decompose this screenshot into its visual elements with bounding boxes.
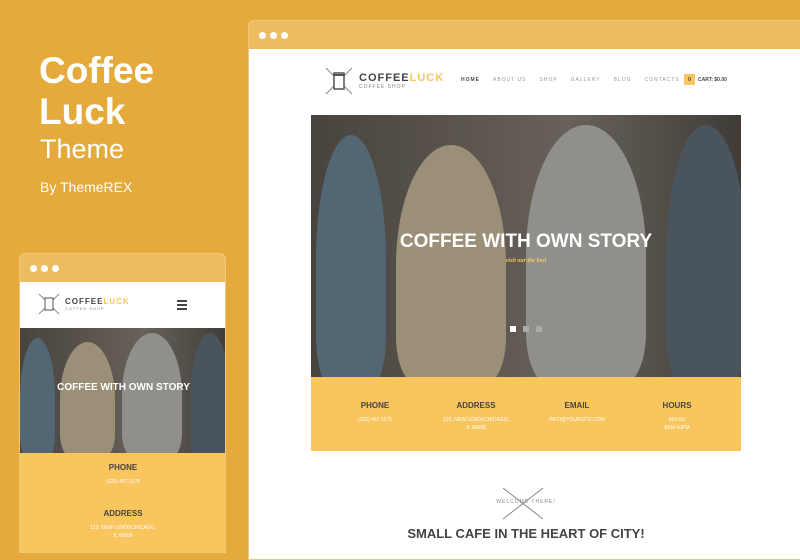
promo-subtitle: Theme <box>40 134 125 164</box>
info-phone: PHONE (323) 467-1175 <box>358 401 392 423</box>
site-logo[interactable]: COFFEELUCK COFFEE SHOP <box>324 66 444 96</box>
mobile-preview-window: COFFEELUCK COFFEE SHOP COFFEE WITH OWN ST… <box>19 253 226 553</box>
hero-subtitle: visit our the best <box>505 258 547 264</box>
cart-count: 0 <box>684 74 695 85</box>
info-email[interactable]: EMAIL INFO@YOURSITE.COM <box>522 401 632 424</box>
promo-title: Coffee Luck <box>39 50 155 132</box>
nav-shop[interactable]: SHOP <box>539 77 557 83</box>
nav-gallery[interactable]: GALLERY <box>571 77 601 83</box>
nav-home[interactable]: HOME <box>461 77 480 83</box>
desktop-preview-window: COFFEELUCK COFFEE SHOP HOME ABOUT US SHOP… <box>248 20 800 560</box>
nav-contacts[interactable]: CONTACTS <box>645 77 680 83</box>
slider-dot[interactable] <box>536 326 542 332</box>
hamburger-menu-icon[interactable] <box>177 300 187 310</box>
window-bar <box>249 21 800 49</box>
info-strip: PHONE (323) 467-1175 ADDRESS 123, NEW LENO… <box>20 453 225 552</box>
section-title: SMALL CAFE IN THE HEART OF CITY! <box>407 526 645 541</box>
info-strip: PHONE (323) 467-1175 ADDRESS 123, NEW LENO… <box>311 377 741 451</box>
slider-dot[interactable] <box>510 326 516 332</box>
coffee-cup-icon <box>38 293 60 315</box>
slider-dot[interactable] <box>523 326 529 332</box>
cart-button[interactable]: 0 CART: $0.00 <box>684 74 727 85</box>
hero-title: COFFEE WITH OWN STORY <box>57 382 190 393</box>
hero-slider[interactable]: COFFEE WITH OWN STORY <box>20 328 225 453</box>
slider-dots <box>510 326 542 332</box>
main-nav: HOME ABOUT US SHOP GALLERY BLOG CONTACTS <box>461 77 680 83</box>
info-address: ADDRESS 123, NEW LENOXCHICAGO, IL 60606 <box>90 509 156 539</box>
coffee-cup-icon <box>325 67 353 95</box>
nav-blog[interactable]: BLOG <box>614 77 632 83</box>
info-address: ADDRESS 123, NEW LENOXCHICAGO, IL 60606 <box>443 401 509 431</box>
nav-about[interactable]: ABOUT US <box>493 77 526 83</box>
welcome-label: WELCOME THERE! <box>496 499 556 505</box>
window-bar <box>20 254 225 282</box>
promo-byline: By ThemeREX <box>40 179 133 195</box>
site-logo[interactable]: COFFEELUCK COFFEE SHOP <box>38 293 130 315</box>
info-hours: HOURS MO-SU 8AM-10PM <box>662 401 692 431</box>
info-phone: PHONE (323) 467-1175 <box>106 463 140 485</box>
hero-slider[interactable]: COFFEE WITH OWN STORY visit our the best <box>311 115 741 377</box>
hero-title: COFFEE WITH OWN STORY <box>399 231 653 252</box>
